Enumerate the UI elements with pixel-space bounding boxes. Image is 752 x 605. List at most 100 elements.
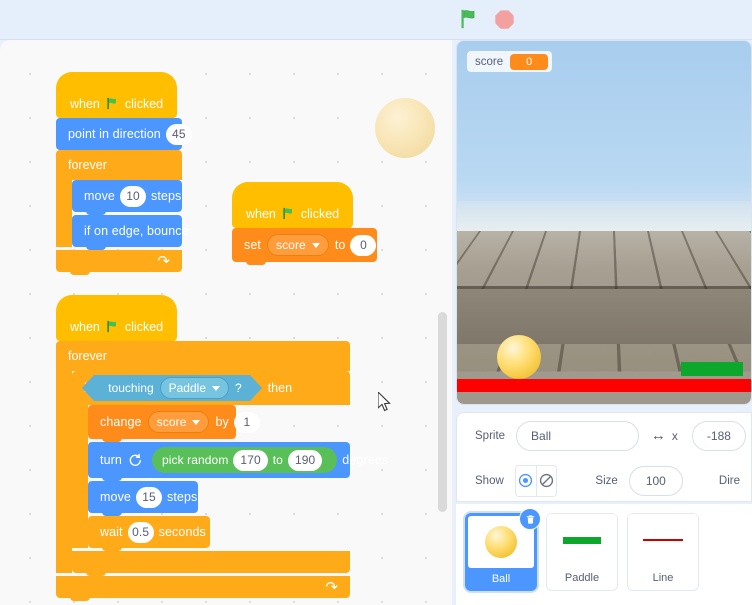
sprite-tile-label-line: Line: [652, 572, 674, 584]
sprite-tile-paddle[interactable]: Paddle: [546, 513, 618, 591]
forever-label-2: forever: [68, 349, 107, 363]
forever-children-1: move 10 steps if on edge, bounce: [72, 180, 189, 250]
eye-hidden-icon[interactable]: [535, 465, 557, 496]
direction-input[interactable]: 45: [165, 123, 192, 145]
eye-visible-icon[interactable]: [515, 465, 536, 496]
touching-block[interactable]: touching Paddle ?: [82, 375, 263, 401]
green-flag-icon-inline-3: [105, 319, 120, 334]
show-toggle-group[interactable]: [514, 464, 558, 497]
move-steps-block-2[interactable]: move 15 steps: [88, 481, 198, 516]
forever-bottom-2: ↷: [56, 576, 350, 601]
seconds-label: seconds: [158, 525, 206, 539]
hat-post-label-2: clicked: [300, 207, 340, 221]
forever-label-1: forever: [68, 158, 107, 172]
sprite-info-row-1: Sprite Ball ↔ x -188: [457, 413, 751, 458]
point-in-direction-label: point in direction: [68, 127, 161, 141]
size-input[interactable]: 100: [628, 465, 683, 496]
chevron-down-icon-touching: [212, 385, 220, 391]
wait-label: wait: [100, 525, 123, 539]
touching-label: touching: [108, 381, 154, 395]
forever-bottom-1: ↷: [56, 250, 182, 275]
direction-label: Dire: [718, 474, 740, 487]
pick-random-to-label: to: [272, 453, 283, 467]
wait-seconds-input[interactable]: 0.5: [127, 521, 154, 543]
if-condition-row[interactable]: if touching Paddle ?: [72, 371, 350, 405]
script-score-init[interactable]: when clicked set score to 0: [232, 182, 377, 265]
forever-label-row-1[interactable]: forever: [56, 150, 182, 180]
change-by-label: by: [215, 415, 229, 429]
then-label: then: [267, 381, 293, 395]
script-move[interactable]: when clicked point in direction 45 forev…: [56, 72, 192, 275]
pick-random-to-input[interactable]: 190: [287, 449, 323, 471]
hat-post-label-1: clicked: [124, 97, 164, 111]
forever-left-bar-2: [56, 371, 72, 573]
forever-children-2: if touching Paddle ?: [72, 371, 388, 576]
line-sprite[interactable]: [457, 379, 751, 392]
forever-body-2: if touching Paddle ?: [56, 371, 388, 576]
if-on-edge-bounce-block[interactable]: if on edge, bounce: [72, 215, 189, 250]
forever-label-row-2[interactable]: forever: [56, 341, 350, 371]
script-collision[interactable]: when clicked forever if: [56, 295, 388, 601]
sprite-label: Sprite: [475, 429, 506, 442]
change-value-input[interactable]: 1: [233, 411, 260, 433]
move-steps-block-1[interactable]: move 10 steps: [72, 180, 182, 215]
move-steps-input-2[interactable]: 15: [135, 486, 162, 508]
stage-controls: [458, 8, 515, 30]
loop-arrow-icon-2: ↷: [325, 578, 338, 596]
when-flag-clicked-hat-1[interactable]: when clicked: [56, 72, 178, 121]
stage[interactable]: score 0: [457, 41, 751, 404]
when-flag-clicked-hat-3[interactable]: when clicked: [56, 295, 178, 344]
delete-sprite-icon[interactable]: [519, 508, 541, 530]
move-label-2: move: [100, 490, 131, 504]
change-label: change: [100, 415, 142, 429]
hat-post-label-3: clicked: [124, 320, 164, 334]
x-input[interactable]: -188: [691, 420, 746, 451]
turn-label: turn: [100, 453, 122, 467]
steps-label-1: steps: [150, 189, 182, 203]
sprite-tile-label-ball: Ball: [491, 572, 511, 585]
point-in-direction-block[interactable]: point in direction 45: [56, 118, 192, 153]
hat-pre-label-3: when: [70, 320, 100, 334]
ball-sprite[interactable]: [497, 335, 541, 379]
stage-panel: score 0: [456, 40, 752, 405]
if-children: change score by 1 turn pick random 170 t…: [88, 405, 388, 551]
code-vertical-scrollbar[interactable]: [438, 312, 447, 512]
sprite-watermark: [375, 98, 435, 158]
sprite-info-panel: Sprite Ball ↔ x -188 Show Size 100 Dire: [456, 412, 752, 502]
if-on-edge-bounce-label: if on edge, bounce: [84, 224, 189, 238]
horizontal-arrows-icon: ↔: [650, 427, 666, 444]
wait-seconds-block[interactable]: wait 0.5 seconds: [88, 516, 210, 551]
forever-loop-1[interactable]: forever move 10 steps if on edge, bounce: [56, 150, 189, 275]
if-then-block[interactable]: if touching Paddle ?: [72, 371, 388, 576]
forever-loop-2[interactable]: forever if touching: [56, 341, 388, 601]
move-label-1: move: [84, 189, 115, 203]
pick-random-reporter[interactable]: pick random 170 to 190: [151, 447, 338, 473]
move-steps-input-1[interactable]: 10: [119, 185, 146, 207]
size-label: Size: [595, 474, 618, 487]
paddle-sprite[interactable]: [681, 362, 743, 376]
sprite-tile-line[interactable]: Line: [627, 513, 699, 591]
change-variable-name: score: [156, 415, 187, 429]
monitor-value: 0: [510, 53, 549, 70]
set-variable-dropdown[interactable]: score: [266, 234, 329, 256]
set-value-input[interactable]: 0: [350, 234, 377, 256]
code-canvas[interactable]: when clicked point in direction 45 forev…: [0, 40, 452, 605]
green-flag-icon-inline-2: [281, 206, 296, 221]
touching-condition[interactable]: touching Paddle ?: [82, 375, 263, 401]
stop-icon[interactable]: [494, 9, 515, 30]
green-flag-icon[interactable]: [458, 8, 480, 30]
mouse-cursor: [377, 390, 392, 412]
when-flag-clicked-hat-2[interactable]: when clicked: [232, 182, 354, 231]
forever-left-bar-1: [56, 180, 72, 247]
touching-target-name: Paddle: [168, 381, 206, 395]
turn-right-block[interactable]: turn pick random 170 to 190 degrees: [88, 442, 388, 481]
touching-target-dropdown[interactable]: Paddle: [159, 377, 229, 399]
variable-monitor-score[interactable]: score 0: [467, 51, 553, 72]
pick-random-from-input[interactable]: 170: [233, 449, 268, 471]
change-variable-dropdown[interactable]: score: [147, 411, 210, 433]
forever-body-1: move 10 steps if on edge, bounce: [56, 180, 189, 250]
sprite-name-input[interactable]: Ball: [516, 420, 639, 451]
change-variable-block[interactable]: change score by 1: [88, 405, 260, 442]
sprite-tile-ball[interactable]: Ball: [465, 508, 541, 591]
set-variable-block[interactable]: set score to 0: [232, 228, 377, 265]
